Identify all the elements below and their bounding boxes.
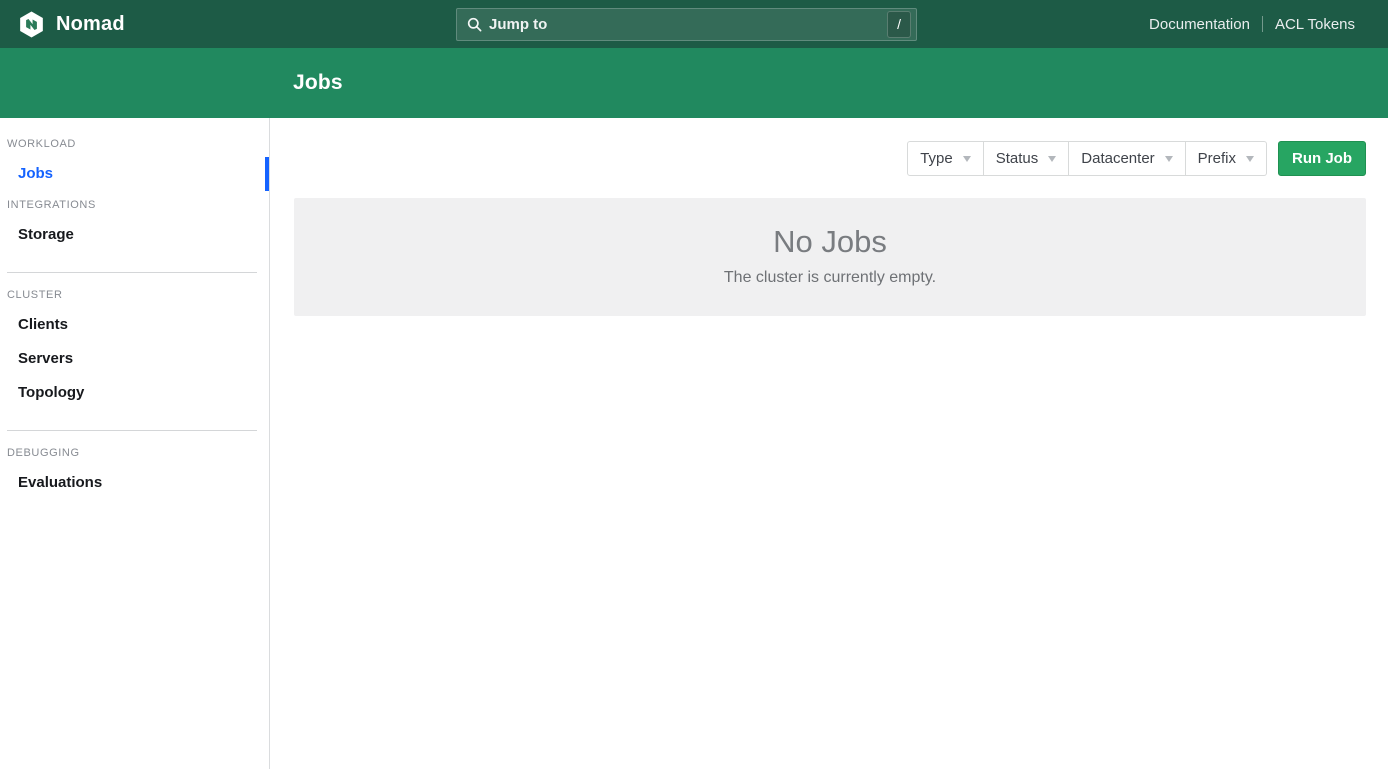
filter-group: Type Status Datacenter Prefix [907,141,1267,176]
search-icon [467,17,482,32]
caret-down-icon [1048,156,1056,162]
caret-down-icon [963,156,971,162]
filter-label: Status [996,150,1039,167]
caret-down-icon [1165,156,1173,162]
nomad-cube-icon [18,11,45,38]
page-title: Jobs [293,71,343,95]
filter-label: Type [920,150,953,167]
empty-state-panel: No Jobs The cluster is currently empty. [294,198,1366,316]
topbar-links: Documentation ACL Tokens [917,16,1388,33]
sidebar-divider [7,272,257,273]
sidebar-section-cluster: CLUSTER [0,281,269,308]
empty-state-message: The cluster is currently empty. [314,267,1346,289]
sidebar-item-clients[interactable]: Clients [0,308,269,342]
search-input[interactable] [489,16,887,33]
status-filter-dropdown[interactable]: Status [984,141,1070,176]
brand-area[interactable]: Nomad [0,11,456,38]
sidebar-section-workload: WORKLOAD [0,130,269,157]
empty-state-title: No Jobs [314,222,1346,262]
caret-down-icon [1246,156,1254,162]
jump-to-search[interactable]: / [456,8,917,41]
run-job-button[interactable]: Run Job [1278,141,1366,176]
brand-name: Nomad [56,13,125,36]
link-separator [1262,16,1263,32]
sidebar-nav: WORKLOAD Jobs INTEGRATIONS Storage CLUST… [0,118,270,769]
filter-label: Datacenter [1081,150,1154,167]
sidebar-section-debugging: DEBUGGING [0,439,269,466]
sidebar-divider [7,430,257,431]
prefix-filter-dropdown[interactable]: Prefix [1186,141,1267,176]
datacenter-filter-dropdown[interactable]: Datacenter [1069,141,1185,176]
slash-shortcut-key: / [887,11,911,38]
type-filter-dropdown[interactable]: Type [907,141,984,176]
sidebar-item-servers[interactable]: Servers [0,342,269,376]
jobs-toolbar: Type Status Datacenter Prefix Run Job [294,141,1366,176]
sidebar-item-evaluations[interactable]: Evaluations [0,466,269,500]
top-navbar: Nomad / Documentation ACL Tokens [0,0,1388,48]
filter-label: Prefix [1198,150,1236,167]
sidebar-section-integrations: INTEGRATIONS [0,191,269,218]
page-header: Jobs [0,48,1388,118]
main-content: Type Status Datacenter Prefix Run Job [270,118,1388,769]
sidebar-item-storage[interactable]: Storage [0,218,269,252]
documentation-link[interactable]: Documentation [1149,16,1250,33]
acl-tokens-link[interactable]: ACL Tokens [1275,16,1355,33]
sidebar-item-jobs[interactable]: Jobs [0,157,269,191]
sidebar-item-topology[interactable]: Topology [0,376,269,410]
